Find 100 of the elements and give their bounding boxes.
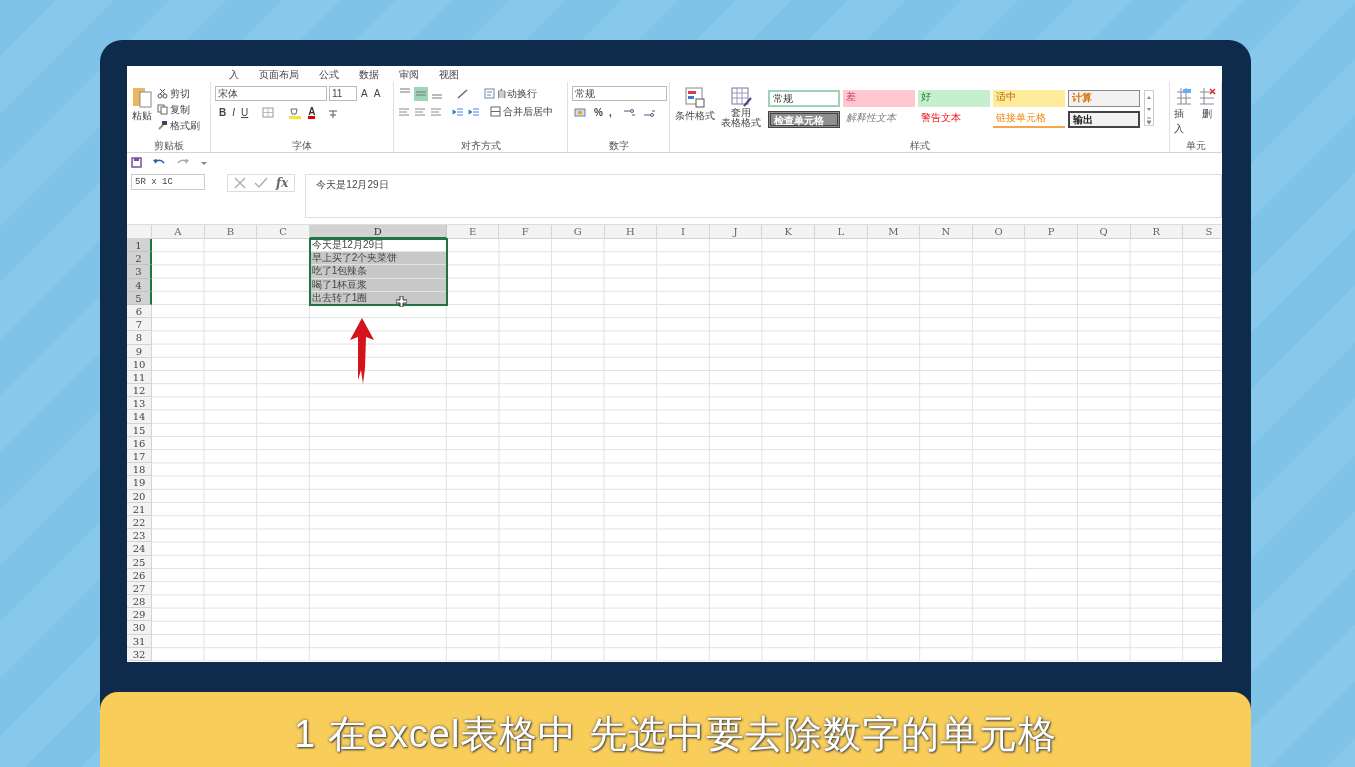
column-header[interactable]: A [152,225,205,239]
paste-icon[interactable] [132,86,152,108]
wrap-text-icon[interactable] [484,88,495,99]
row-header[interactable]: 28 [127,595,152,609]
ribbon-tab[interactable]: 审阅 [397,66,421,82]
ribbon-tab[interactable]: 入 [227,66,241,82]
shrink-font-button[interactable]: A [371,86,383,101]
name-box[interactable]: 5R x 1C [131,174,205,190]
decimal-icon[interactable] [621,106,636,119]
group-label: 数字 [607,140,630,152]
merge-cells-icon[interactable] [490,106,501,117]
align-icon[interactable] [414,105,426,118]
paste-button[interactable]: 粘贴 [132,108,152,123]
column-header[interactable]: S [1183,225,1222,239]
font-name-field[interactable]: 宋体 [215,86,327,101]
percent-button[interactable]: % [594,105,603,120]
row-header[interactable]: 14 [127,410,152,424]
conditional-format-icon[interactable] [684,86,706,108]
column-header[interactable]: O [972,225,1026,239]
indent-icon[interactable] [468,105,480,118]
grow-font-button[interactable]: A [359,86,370,101]
ribbon-tab[interactable]: 数据 [357,66,381,82]
number-format-field[interactable]: 常规 [572,86,667,101]
align-icon[interactable] [414,86,428,101]
insert-function-button[interactable]: fx [276,174,289,192]
paintbrush-icon[interactable] [157,120,168,131]
column-header[interactable]: D [309,225,447,239]
align-icon[interactable] [398,105,410,118]
row-header[interactable]: 12 [127,384,152,398]
merge-center-button[interactable]: 合并后居中 [503,104,553,119]
row-header[interactable]: 23 [127,529,152,543]
column-header[interactable]: M [867,225,921,239]
column-header[interactable]: G [551,225,605,239]
more-icon[interactable] [1145,115,1153,127]
row-header[interactable]: 18 [127,463,152,477]
ribbon-tab[interactable]: 视图 [437,66,461,82]
cell-style-button[interactable]: 输出 [1068,111,1140,128]
column-header[interactable]: P [1025,225,1078,239]
table-cell: 早上买了2个夹菜饼 [309,252,447,266]
currency-icon[interactable] [574,106,588,119]
cell-style-button[interactable]: 警告文本 [918,111,990,128]
column-header[interactable]: Q [1077,225,1131,239]
column-header[interactable]: I [657,225,710,239]
font-size-field[interactable]: 11 [329,86,357,101]
table-format-button[interactable]: 表格格式 [721,118,761,128]
row-header[interactable]: 2 [127,252,152,266]
cell-style-button[interactable]: 差 [843,90,915,107]
delete-button[interactable]: 删 [1202,106,1213,121]
italic-button[interactable]: I [232,105,235,120]
indent-icon[interactable] [452,105,464,118]
enter-icon[interactable] [254,177,268,189]
row-header[interactable]: 7 [127,318,152,332]
row-header[interactable]: 13 [127,397,152,411]
delete-cells-icon[interactable] [1198,86,1217,106]
column-header[interactable]: L [814,225,868,239]
row-header[interactable]: 1 [127,239,152,253]
column-header[interactable]: F [499,225,552,239]
column-header[interactable]: K [762,225,815,239]
save-icon[interactable] [131,157,142,168]
format-painter-button[interactable]: 格式刷 [170,118,200,133]
column-header[interactable]: J [709,225,763,239]
cell-style-button[interactable]: 解释性文本 [843,111,915,128]
copy-button[interactable]: 复制 [170,102,190,117]
row-header[interactable]: 24 [127,542,152,556]
row-header[interactable]: 19 [127,476,152,490]
underline-button[interactable]: U [241,105,249,120]
column-header[interactable]: E [446,225,500,239]
row-header[interactable]: 3 [127,265,152,279]
orientation-icon[interactable] [456,87,470,100]
fill-color-icon[interactable] [288,106,303,119]
column-header[interactable]: N [920,225,973,239]
font-color-button[interactable]: A [308,106,316,119]
column-header[interactable]: B [204,225,258,239]
column-header[interactable]: R [1130,225,1184,239]
ribbon-tab[interactable]: 页面布局 [257,66,301,82]
cell-style-button[interactable]: 适中 [993,90,1065,107]
insert-cells-icon[interactable] [1174,86,1193,106]
row-header[interactable]: 30 [127,621,152,635]
wrap-text-button[interactable]: 自动换行 [497,86,537,101]
ribbon-tab[interactable]: 公式 [317,66,341,82]
row-header[interactable]: 8 [127,331,152,345]
copy-icon[interactable] [157,104,168,115]
table-format-button[interactable]: 套用 [731,108,751,118]
insert-button[interactable]: 插入 [1174,106,1194,136]
column-header[interactable]: C [257,225,310,239]
cut-icon[interactable] [157,88,168,99]
row-header[interactable]: 17 [127,450,152,464]
cell-style-button[interactable]: 常规 [768,90,840,107]
formula-field[interactable]: 今天是12月29日 [305,174,1222,218]
bold-button[interactable]: B [219,105,227,120]
column-header[interactable]: H [604,225,658,239]
group-label: 剪贴板 [152,140,185,152]
align-icon[interactable] [430,105,442,118]
row-header[interactable]: 29 [127,608,152,622]
cut-button[interactable]: 剪切 [170,86,190,101]
borders-icon[interactable] [262,107,275,118]
conditional-format-button[interactable]: 条件格式 [675,108,715,123]
table-format-icon[interactable] [730,86,752,108]
cancel-icon[interactable] [234,177,246,189]
cell-style-button[interactable]: 好 [918,90,990,107]
